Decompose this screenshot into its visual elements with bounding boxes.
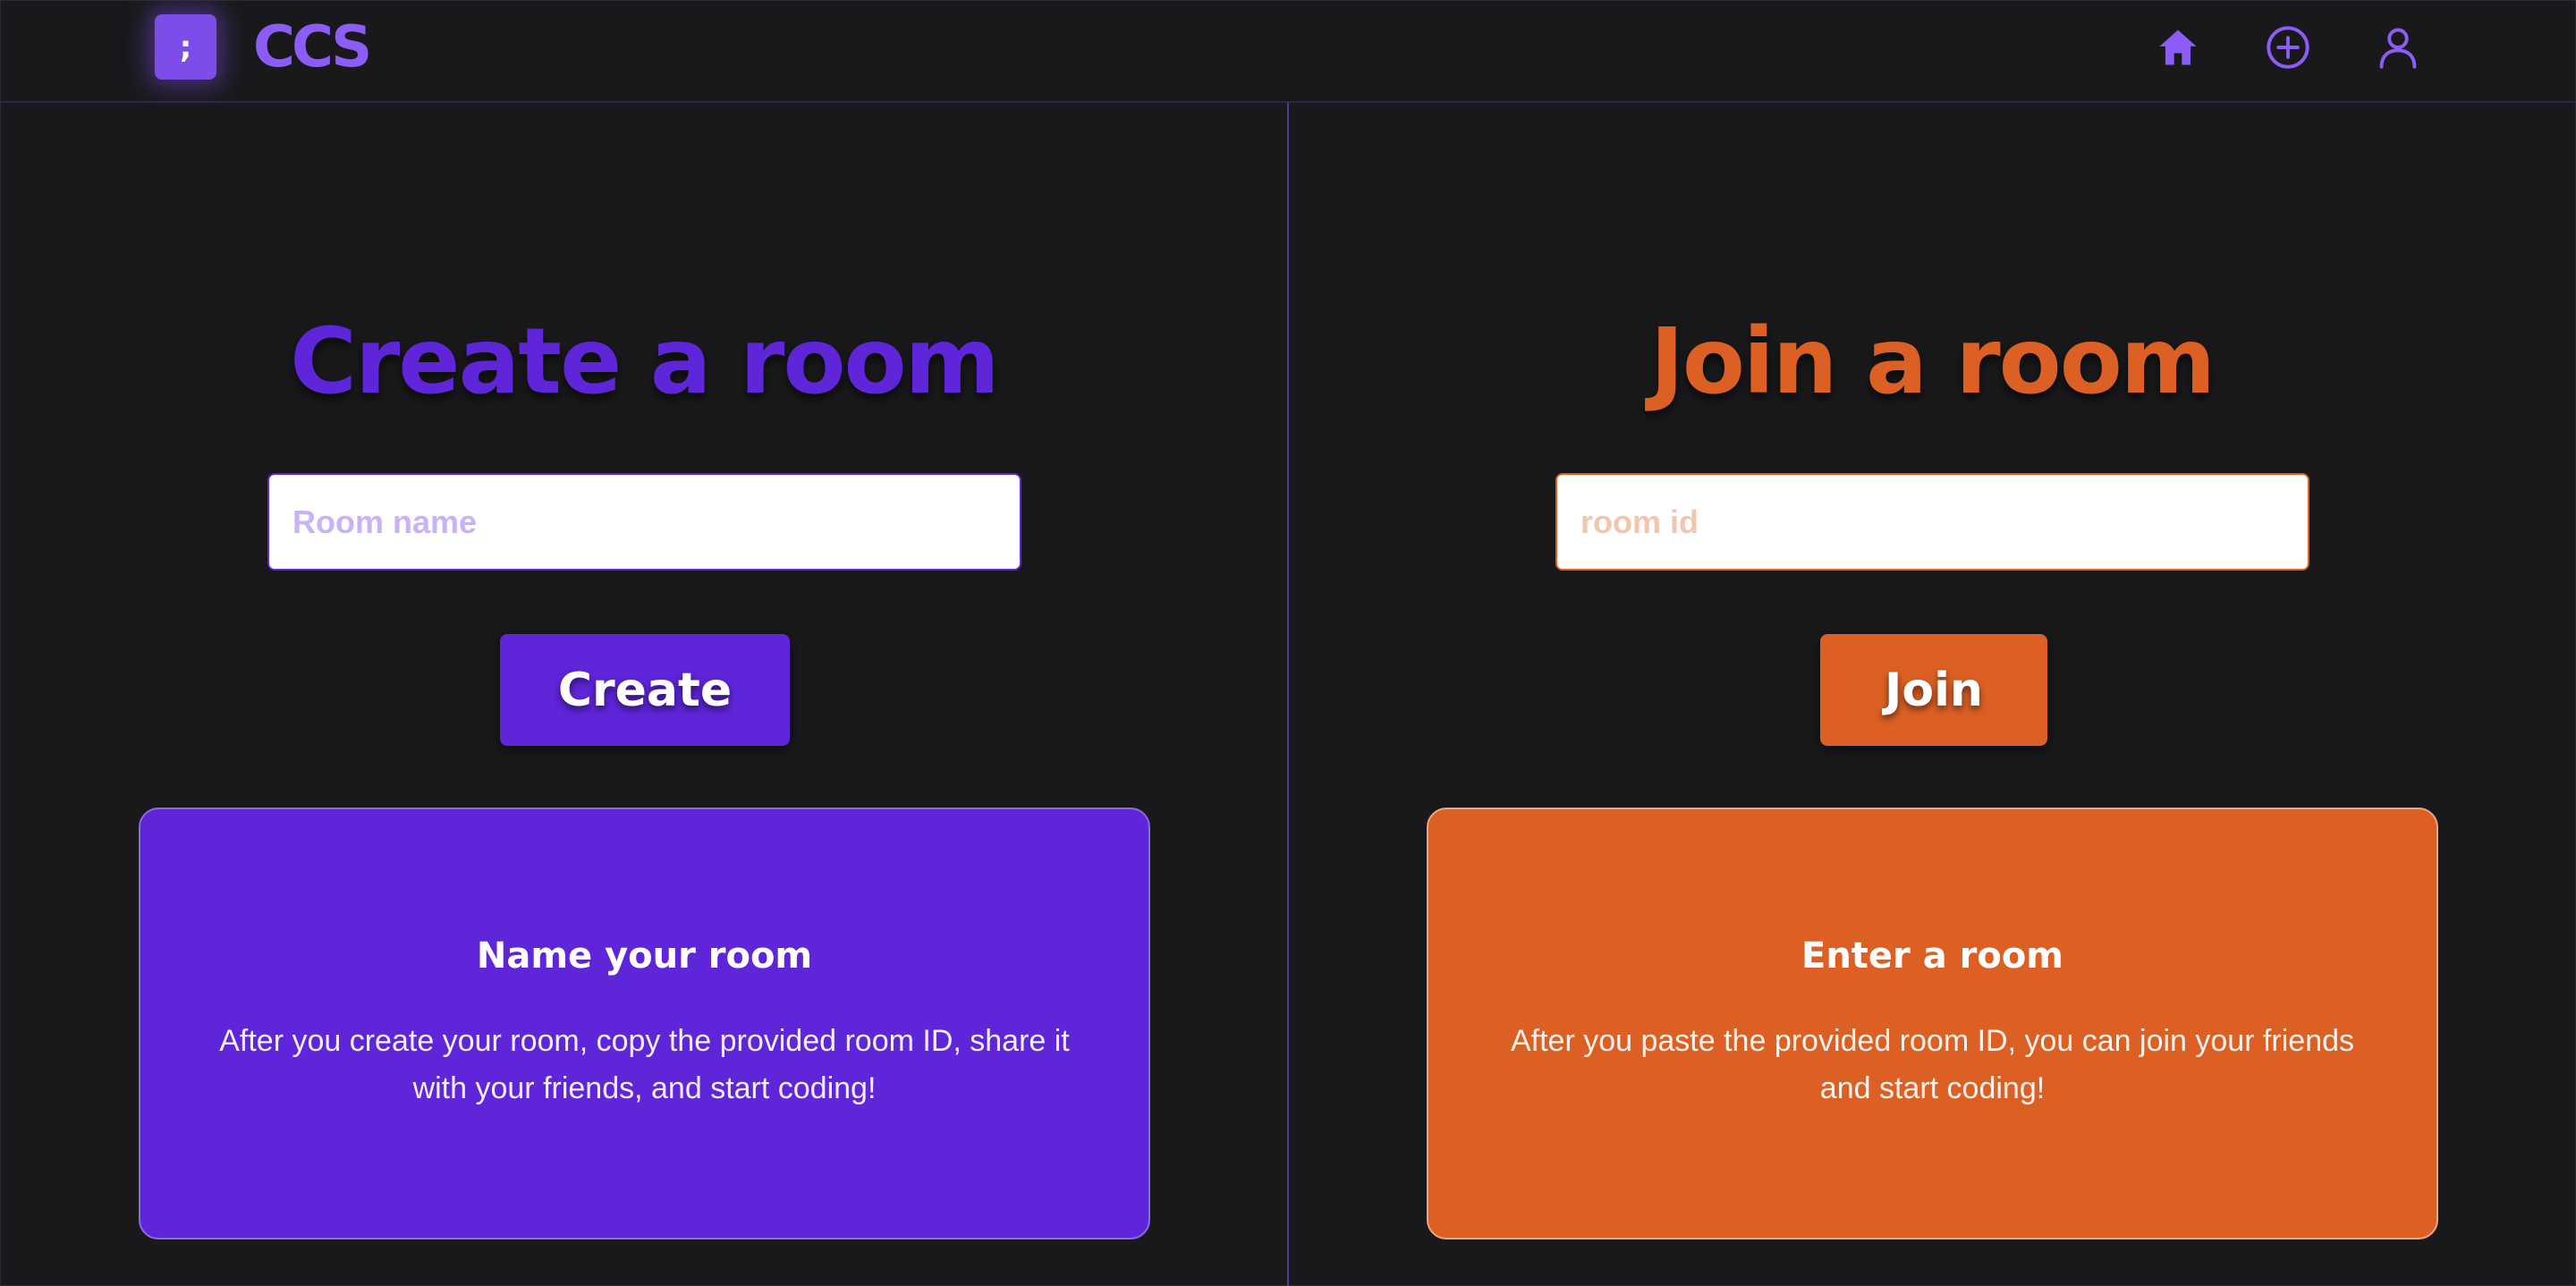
join-button[interactable]: Join <box>1820 634 2047 746</box>
home-icon[interactable] <box>2151 21 2205 74</box>
join-info-card: Enter a room After you paste the provide… <box>1427 808 2438 1239</box>
create-button[interactable]: Create <box>500 634 790 746</box>
join-room-panel: Join a room Join Enter a room After you … <box>1289 103 2575 1286</box>
join-room-title: Join a room <box>1649 309 2216 415</box>
create-card-text: After you create your room, copy the pro… <box>219 1023 1070 1105</box>
room-id-input[interactable] <box>1555 473 2309 571</box>
create-room-title: Create a room <box>290 309 1000 415</box>
join-card-title: Enter a room <box>1801 935 2063 977</box>
room-name-input[interactable] <box>267 473 1021 571</box>
user-icon-glyph <box>2379 28 2417 69</box>
logo-icon[interactable]: ; <box>155 14 216 80</box>
home-icon-glyph <box>2159 30 2197 65</box>
create-card-title: Name your room <box>476 935 813 977</box>
create-room-panel: Create a room Create Name your room Afte… <box>1 103 1287 1286</box>
top-nav-bar: ; CCS <box>1 1 2576 103</box>
brand-name[interactable]: CCS <box>253 12 372 83</box>
create-info-card: Name your room After you create your roo… <box>139 808 1150 1239</box>
join-card-text: After you paste the provided room ID, yo… <box>1510 1023 2355 1105</box>
app-root: ; CCS Create a room Create Name yo <box>0 0 2576 1286</box>
plus-circle-icon[interactable] <box>2261 21 2315 74</box>
plus-circle-icon-glyph <box>2267 26 2309 69</box>
user-icon[interactable] <box>2371 21 2425 74</box>
